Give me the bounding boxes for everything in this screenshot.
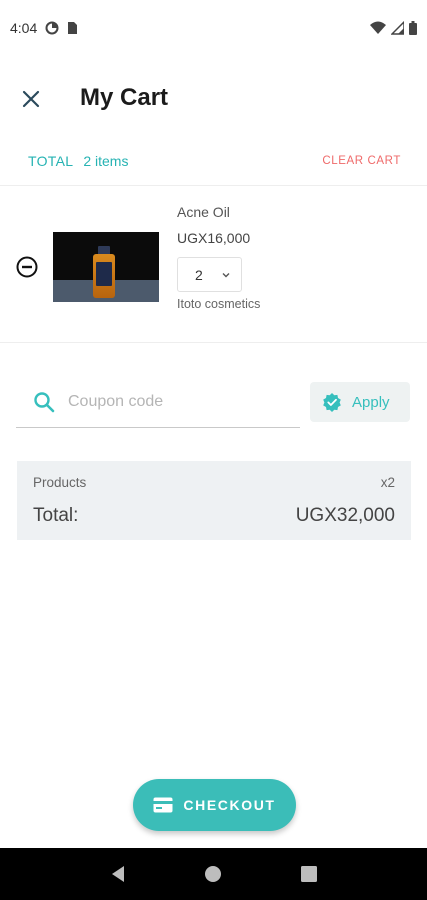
- wifi-icon: [370, 21, 386, 34]
- verified-badge-icon: [323, 393, 341, 412]
- checkout-label: CHECKOUT: [183, 797, 276, 813]
- checkout-button[interactable]: CHECKOUT: [133, 779, 296, 831]
- divider: [0, 342, 427, 343]
- remove-item-icon[interactable]: [16, 256, 38, 278]
- product-image[interactable]: [53, 232, 159, 302]
- system-nav-bar: [0, 848, 427, 900]
- clear-cart-button[interactable]: CLEAR CART: [322, 155, 401, 167]
- back-button[interactable]: [106, 862, 130, 886]
- divider: [0, 185, 427, 186]
- total-group: TOTAL 2 items: [28, 153, 128, 169]
- product-name: Acne Oil: [177, 204, 230, 220]
- battery-icon: [409, 21, 417, 35]
- app-header: My Cart: [0, 72, 427, 126]
- products-label: Products: [33, 475, 87, 490]
- total-label: TOTAL: [28, 153, 74, 169]
- apply-label: Apply: [352, 393, 390, 411]
- status-bar: 4:04: [0, 0, 427, 56]
- product-price: UGX16,000: [177, 230, 251, 246]
- search-icon: [34, 392, 55, 413]
- quantity-select[interactable]: 2: [177, 257, 242, 292]
- home-circle-icon: [205, 866, 222, 882]
- data-saver-icon: [45, 21, 59, 35]
- item-count: 2 items: [83, 153, 129, 169]
- coupon-field: [16, 378, 300, 428]
- product-vendor: Itoto cosmetics: [177, 297, 261, 311]
- totals-card: Products x2 Total: UGX32,000: [17, 461, 411, 540]
- total-amount: UGX32,000: [295, 505, 395, 526]
- recents-button[interactable]: [297, 862, 321, 886]
- total-text: Total:: [33, 505, 79, 526]
- bottle-graphic: [93, 254, 115, 298]
- status-left: 4:04: [10, 20, 78, 36]
- quantity-value: 2: [195, 266, 203, 283]
- bottle-label: [96, 262, 112, 286]
- sim-card-icon: [68, 22, 78, 34]
- signal-icon: [391, 21, 404, 35]
- close-icon[interactable]: [18, 86, 44, 112]
- cart-item: Acne Oil UGX16,000 2 Itoto cosmetics: [0, 190, 427, 340]
- coupon-input[interactable]: [68, 388, 288, 416]
- home-button[interactable]: [201, 862, 225, 886]
- back-triangle-icon: [111, 866, 124, 882]
- cart-summary: TOTAL 2 items CLEAR CART: [0, 146, 427, 176]
- products-count: x2: [380, 475, 395, 490]
- credit-card-icon: [153, 797, 173, 813]
- status-right: [370, 21, 417, 35]
- status-time: 4:04: [10, 20, 38, 36]
- page-title: My Cart: [80, 84, 169, 111]
- apply-coupon-button[interactable]: Apply: [310, 382, 410, 422]
- recents-square-icon: [301, 866, 318, 882]
- chevron-down-icon: [222, 273, 230, 278]
